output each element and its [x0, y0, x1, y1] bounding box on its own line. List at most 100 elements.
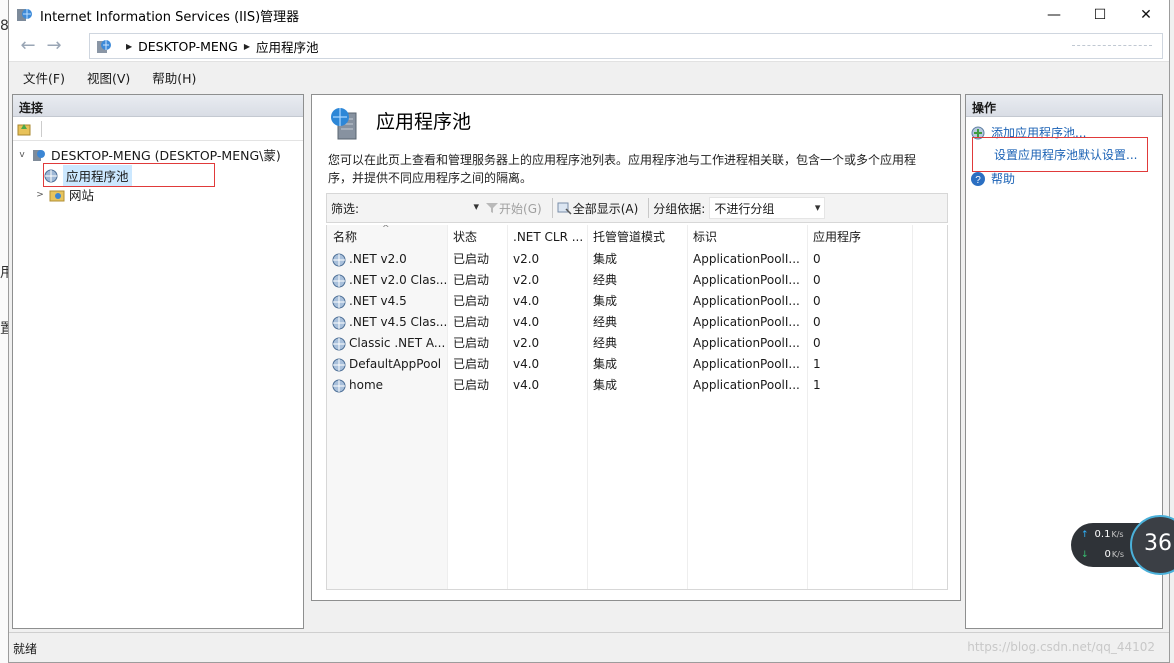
cell-name: .NET v2.0 Clas... — [327, 270, 447, 291]
cell-status: 已启动 — [453, 357, 490, 371]
svg-text:?: ? — [975, 175, 981, 186]
cell-pipeline-mode: 经典 — [593, 336, 618, 350]
cell-status: 已启动 — [453, 315, 490, 329]
cell-clr-version: v4.0 — [513, 315, 540, 329]
features-view-pane: 应用程序池 您可以在此页上查看和管理服务器上的应用程序池列表。应用程序池与工作进… — [311, 94, 961, 601]
collapse-toggle-icon[interactable]: > — [35, 190, 45, 200]
cell-identity: ApplicationPoolI... — [693, 252, 800, 266]
breadcrumb-server[interactable]: DESKTOP-MENG — [138, 39, 238, 54]
row-name-label: .NET v4.5 Clas... — [349, 315, 447, 329]
group-by-select[interactable]: 不进行分组 — [709, 197, 826, 219]
start-filter-button[interactable]: 开始(G) — [485, 200, 542, 217]
close-button[interactable]: ✕ — [1123, 0, 1169, 30]
cell-name: DefaultAppPool — [327, 354, 447, 375]
column-header-name[interactable]: ^ 名称 — [327, 225, 447, 249]
table-row[interactable]: .NET v2.0 已启动 v2.0 集成 ApplicationPoolI... 0 — [327, 249, 947, 270]
row-name-label: .NET v2.0 Clas... — [349, 273, 447, 287]
cell-name: .NET v2.0 — [327, 249, 447, 270]
column-header-applications[interactable]: 应用程序 — [807, 225, 861, 249]
app-pool-icon — [332, 316, 346, 329]
cell-pipeline-mode: 集成 — [593, 378, 618, 392]
app-pool-icon — [332, 337, 346, 350]
tree-sites-label: 网站 — [69, 188, 95, 203]
breadcrumb-separator-icon: ▶ — [126, 41, 133, 51]
minimize-button[interactable]: — — [1031, 0, 1077, 30]
connections-toolbar — [13, 117, 303, 141]
column-header-clr[interactable]: .NET CLR ... — [507, 225, 583, 249]
expand-toggle-icon[interactable]: v — [17, 150, 27, 160]
cell-clr-version: v4.0 — [513, 294, 540, 308]
server-icon — [33, 149, 45, 161]
show-all-button[interactable]: 全部显示(A) — [557, 200, 638, 217]
cell-status: 已启动 — [453, 336, 490, 350]
menu-view[interactable]: 视图(V) — [87, 68, 130, 87]
help-action[interactable]: ? 帮助 — [970, 170, 1015, 187]
back-button[interactable]: ← — [15, 33, 41, 59]
cell-pipeline-mode: 经典 — [593, 273, 618, 287]
cell-pipeline-mode: 经典 — [593, 315, 618, 329]
cell-clr-version: v2.0 — [513, 336, 540, 350]
cell-pipeline-mode: 集成 — [593, 357, 618, 371]
table-row[interactable]: .NET v4.5 已启动 v4.0 集成 ApplicationPoolI... 0 — [327, 291, 947, 312]
cell-name: home — [327, 375, 447, 396]
table-row[interactable]: home 已启动 v4.0 集成 ApplicationPoolI... 1 — [327, 375, 947, 396]
table-row[interactable]: .NET v2.0 Clas... 已启动 v2.0 经典 ApplicationPoo… — [327, 270, 947, 291]
row-name-label: home — [349, 378, 384, 392]
breadcrumb-app-pools[interactable]: 应用程序池 — [256, 37, 319, 56]
app-pools-list: ^ 名称 状态 .NET CLR ... 托管管道模式 标识 应用程序 .NET… — [326, 225, 948, 590]
show-all-icon — [557, 202, 572, 215]
page-description: 您可以在此页上查看和管理服务器上的应用程序池列表。应用程序池与工作进程相关联，包… — [328, 153, 917, 185]
cell-identity: ApplicationPoolI... — [693, 315, 800, 329]
menu-bar: 文件(F) 视图(V) 帮助(H) — [9, 62, 1169, 92]
cell-applications: 0 — [813, 315, 821, 329]
app-pool-icon — [332, 274, 346, 287]
forward-button[interactable]: → — [41, 33, 67, 59]
connections-header: 连接 — [13, 95, 303, 117]
cell-identity: ApplicationPoolI... — [693, 294, 800, 308]
cell-applications: 0 — [813, 252, 821, 266]
cell-clr-version: v4.0 — [513, 357, 540, 371]
tree-item-sites[interactable]: > 网站 — [35, 185, 94, 204]
app-pool-icon — [332, 295, 346, 308]
cell-name: Classic .NET A... — [327, 333, 447, 354]
table-row[interactable]: DefaultAppPool 已启动 v4.0 集成 ApplicationPoolI.… — [327, 354, 947, 375]
tree-item-server[interactable]: v DESKTOP-MENG (DESKTOP-MENG\蒙) — [17, 145, 280, 164]
cell-clr-version: v2.0 — [513, 252, 540, 266]
filter-input[interactable] — [361, 197, 482, 219]
cell-status: 已启动 — [453, 378, 490, 392]
menu-help[interactable]: 帮助(H) — [152, 68, 196, 87]
status-text: 就绪 — [13, 642, 38, 656]
maximize-button[interactable]: ☐ — [1077, 0, 1123, 30]
menu-file[interactable]: 文件(F) — [23, 68, 65, 87]
row-name-label: .NET v4.5 — [349, 294, 407, 308]
column-header-status[interactable]: 状态 — [447, 225, 477, 249]
column-header-identity[interactable]: 标识 — [687, 225, 717, 249]
page-title: 应用程序池 — [376, 111, 472, 133]
connect-icon[interactable] — [17, 121, 33, 137]
sort-ascending-icon: ^ — [382, 225, 390, 234]
column-header-pipeline[interactable]: 托管管道模式 — [587, 225, 665, 249]
cell-applications: 1 — [813, 378, 821, 392]
iis-manager-window: Internet Information Services (IIS)管理器 —… — [8, 0, 1170, 663]
window-title: Internet Information Services (IIS)管理器 — [40, 9, 300, 25]
breadcrumb-separator-icon: ▶ — [243, 41, 250, 51]
actions-header: 操作 — [966, 95, 1162, 117]
row-name-label: .NET v2.0 — [349, 252, 407, 266]
address-bar[interactable]: ▶ DESKTOP-MENG ▶ 应用程序池 — [89, 33, 1163, 59]
upload-unit: K/s — [1111, 530, 1124, 539]
help-label: 帮助 — [991, 172, 1016, 186]
cell-applications: 0 — [813, 273, 821, 287]
connections-pane: 连接 v DESKTOP-MENG (DESKTOP-MENG\蒙) 应用程序池 — [12, 94, 304, 629]
cell-applications: 0 — [813, 336, 821, 350]
table-row[interactable]: .NET v4.5 Clas... 已启动 v4.0 经典 ApplicationPoo… — [327, 312, 947, 333]
cell-applications: 1 — [813, 357, 821, 371]
table-row[interactable]: Classic .NET A... 已启动 v2.0 经典 ApplicationPoo… — [327, 333, 947, 354]
group-by-value: 不进行分组 — [714, 201, 775, 216]
cell-pipeline-mode: 集成 — [593, 294, 618, 308]
app-pool-icon — [332, 358, 346, 371]
status-bar: 就绪 https://blog.csdn.net/qq_44102 — [9, 632, 1169, 662]
iis-app-icon — [17, 9, 32, 21]
row-name-label: DefaultAppPool — [349, 357, 442, 371]
app-pool-icon — [332, 253, 346, 266]
cell-pipeline-mode: 集成 — [593, 252, 618, 266]
